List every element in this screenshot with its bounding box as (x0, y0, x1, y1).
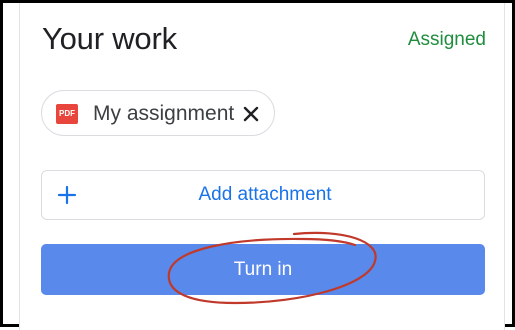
close-icon[interactable] (240, 103, 262, 125)
close-icon-glyph (243, 106, 259, 122)
your-work-card: Your work Assigned PDF My assignment Add… (19, 3, 505, 330)
screenshot-frame: Your work Assigned PDF My assignment Add… (0, 0, 515, 330)
add-attachment-label: Add attachment (198, 184, 332, 205)
status-label: Assigned (407, 29, 486, 50)
card-title: Your work (42, 21, 177, 56)
turn-in-button[interactable]: Turn in (41, 244, 485, 295)
attachment-file-name[interactable]: My assignment (93, 102, 234, 126)
add-attachment-button[interactable]: Add attachment (41, 170, 485, 220)
turn-in-label: Turn in (233, 259, 293, 280)
pdf-file-icon: PDF (56, 104, 78, 124)
attachment-chip[interactable]: PDF My assignment (41, 90, 275, 136)
